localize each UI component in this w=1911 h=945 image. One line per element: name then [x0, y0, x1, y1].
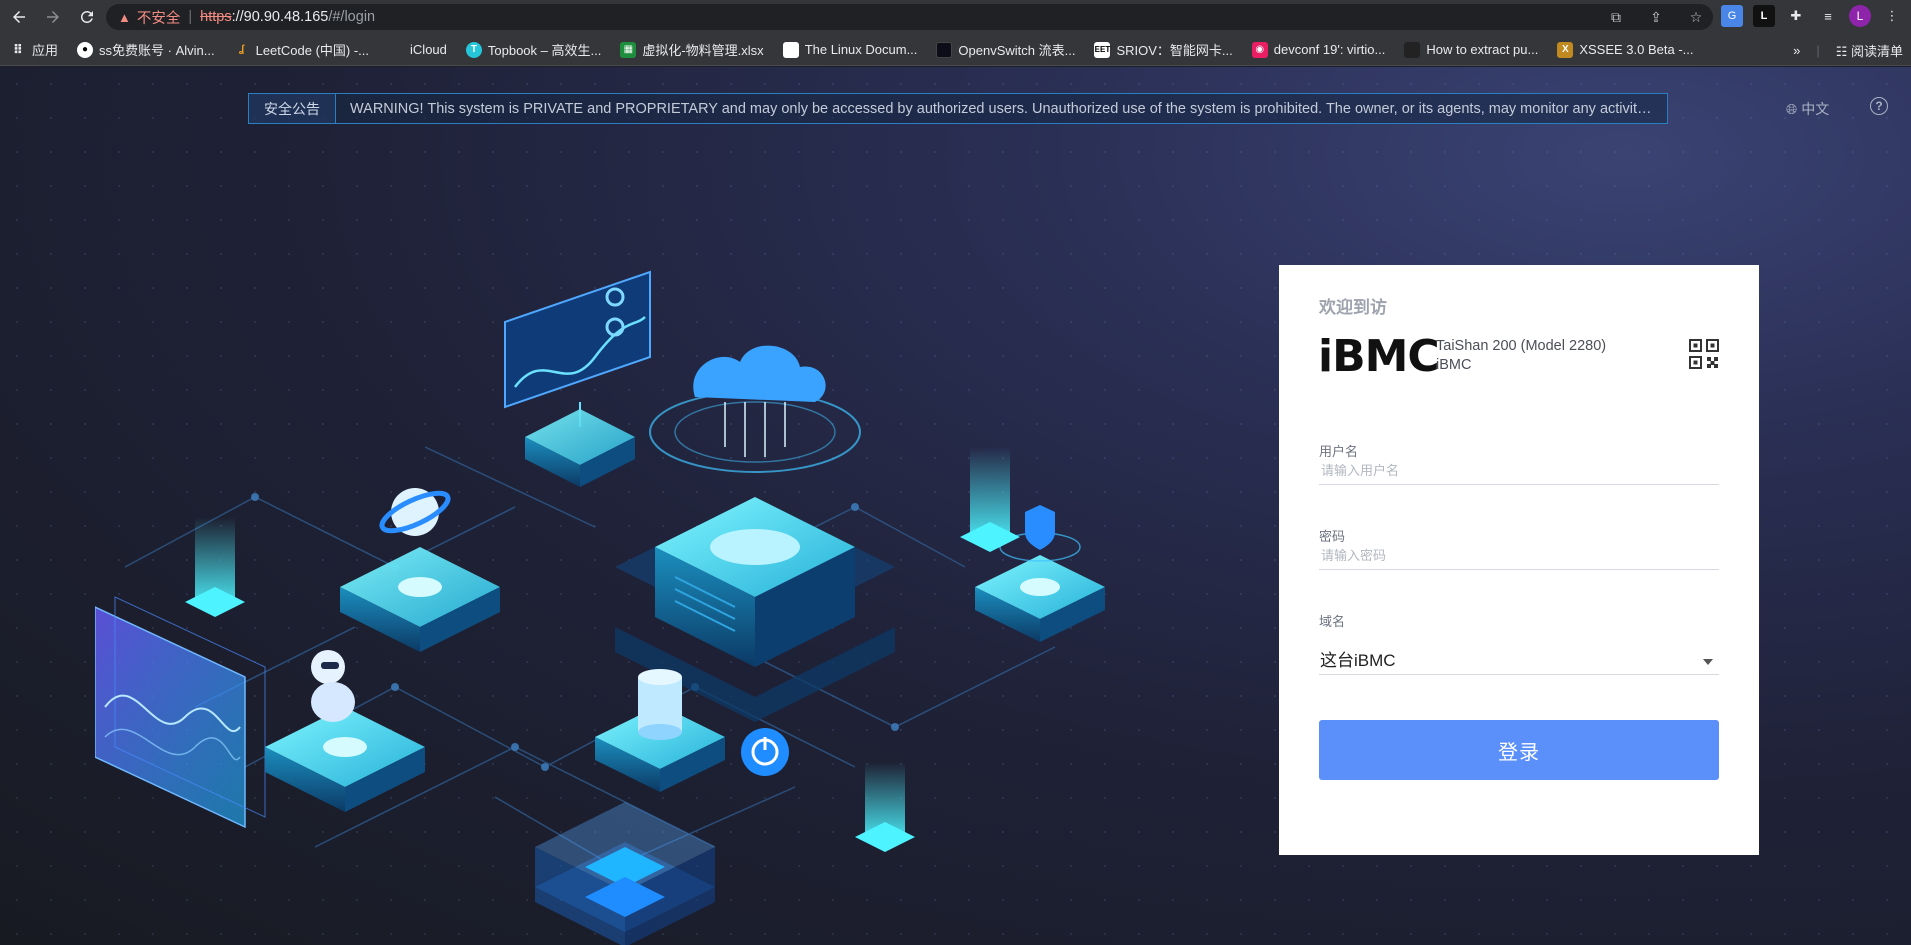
bookmark-label: ss免费账号 · Alvin...: [99, 43, 215, 58]
reload-button[interactable]: [72, 2, 102, 32]
reading-list-button[interactable]: ☷ 阅读清单: [1836, 41, 1903, 60]
github-icon: ●: [77, 41, 94, 58]
bookmark-label: XSSEE 3.0 Beta -...: [1579, 42, 1694, 57]
openvswitch-icon: [936, 41, 953, 58]
bookmark-label: 应用: [32, 43, 59, 58]
xssee-icon: X: [1557, 41, 1574, 58]
bookmark-label: LeetCode (中国) -...: [255, 43, 370, 58]
power-button-graphic: [741, 728, 789, 776]
password-input[interactable]: [1319, 542, 1719, 570]
more-bookmarks-icon[interactable]: »: [1793, 43, 1800, 58]
bookmark-label: SRIOV：智能网卡...: [1116, 43, 1233, 58]
help-icon[interactable]: ?: [1870, 97, 1888, 115]
extension-l-icon[interactable]: L: [1753, 5, 1775, 27]
eet-icon: EET: [1094, 41, 1111, 58]
domain-select[interactable]: 这台iBMC: [1319, 643, 1719, 675]
insecure-label[interactable]: 不安全: [137, 7, 181, 28]
bookmark-item[interactable]: How to extract pu...: [1404, 41, 1539, 58]
beam-pad-left: [185, 517, 245, 617]
bookmark-item[interactable]: X XSSEE 3.0 Beta -...: [1557, 41, 1694, 58]
isometric-server-illustration: [95, 270, 1105, 945]
language-switcher[interactable]: 🌐︎ 中文: [1786, 99, 1829, 119]
domain-value: 这台iBMC: [1320, 651, 1396, 670]
cloud-brain: [649, 345, 861, 473]
login-button[interactable]: 登录: [1319, 720, 1719, 780]
robot-pad: [265, 650, 425, 812]
star-icon[interactable]: ☆: [1685, 6, 1707, 28]
planet-pad: [340, 488, 500, 652]
notice-tag: 安全公告: [249, 94, 336, 123]
back-button[interactable]: [4, 2, 34, 32]
share-icon[interactable]: ⇪: [1645, 6, 1667, 28]
bookmark-label: OpenvSwitch 流表...: [958, 43, 1076, 58]
product-model: TaiShan 200 (Model 2280) iBMC: [1436, 337, 1606, 375]
monitor-chart: [504, 270, 651, 487]
url-host: ://90.90.48.165: [231, 9, 329, 25]
apple-icon: [388, 42, 404, 58]
bookmark-apps[interactable]: ⠿ 应用: [10, 40, 58, 59]
bookmark-item[interactable]: iCloud: [388, 42, 447, 58]
page-dark-icon: [1404, 41, 1421, 58]
bookmark-item[interactable]: OpenvSwitch 流表...: [936, 40, 1075, 59]
devconf-icon: ◉: [1251, 41, 1268, 58]
browser-toolbar: ▲ 不安全 | https ://90.90.48.165 /#/login ⧉…: [0, 0, 1911, 34]
bookmark-label: The Linux Docum...: [804, 42, 918, 57]
separator: |: [188, 9, 193, 25]
bookmark-item[interactable]: ʆ LeetCode (中国) -...: [234, 40, 369, 59]
divider: |: [1816, 42, 1820, 58]
warning-icon: ▲: [118, 9, 131, 25]
reading-list-label: 阅读清单: [1850, 43, 1903, 59]
language-label: 中文: [1801, 101, 1830, 117]
domain-label: 域名: [1319, 614, 1346, 629]
translate-extension-icon[interactable]: G: [1721, 5, 1743, 27]
address-bar[interactable]: ▲ 不安全 | https ://90.90.48.165 /#/login ⧉…: [106, 4, 1713, 30]
bookmark-label: How to extract pu...: [1426, 42, 1539, 57]
bookmark-label: Topbook – 高效生...: [487, 43, 602, 58]
apps-grid-icon: ⠿: [12, 41, 24, 57]
beam-pad-right: [960, 447, 1020, 552]
model-subtitle: iBMC: [1436, 357, 1472, 373]
bookmark-label: iCloud: [410, 42, 447, 57]
welcome-text: 欢迎到访: [1319, 298, 1387, 317]
username-input[interactable]: [1319, 457, 1719, 485]
arrow-left-icon: [13, 11, 25, 23]
login-card: 欢迎到访 iBMC TaiShan 200 (Model 2280) iBMC …: [1279, 265, 1759, 855]
reload-icon: [80, 10, 93, 23]
bookmark-item[interactable]: The Linux Docum...: [782, 41, 918, 58]
chip-cube: [535, 802, 715, 945]
notice-text: WARNING! This system is PRIVATE and PROP…: [350, 100, 1656, 117]
arrow-right-icon: [47, 11, 59, 23]
login-page: 安全公告 WARNING! This system is PRIVATE and…: [0, 67, 1911, 945]
url-scheme: https: [200, 9, 232, 25]
bookmarks-bar: ⠿ 应用 ● ss免费账号 · Alvin... ʆ LeetCode (中国)…: [0, 34, 1911, 66]
forward-button[interactable]: [38, 2, 68, 32]
translate-icon[interactable]: ⧉: [1605, 6, 1627, 28]
globe-icon: 🌐︎: [1786, 100, 1798, 117]
bookmark-item[interactable]: T Topbook – 高效生...: [465, 40, 602, 59]
leetcode-icon: ʆ: [238, 44, 245, 55]
security-notice: 安全公告 WARNING! This system is PRIVATE and…: [248, 93, 1668, 124]
caret-down-icon: [1703, 658, 1713, 665]
topbook-icon: T: [465, 41, 482, 58]
bookmark-item[interactable]: ◉ devconf 19': virtio...: [1251, 41, 1386, 58]
bookmark-item[interactable]: ▦ 虚拟化-物料管理.xlsx: [620, 40, 764, 59]
spreadsheet-icon: ▦: [620, 41, 637, 58]
puzzle-icon[interactable]: ✚: [1785, 5, 1807, 27]
page-icon: [782, 41, 799, 58]
qr-code-icon[interactable]: [1689, 339, 1719, 369]
bookmark-label: devconf 19': virtio...: [1273, 42, 1386, 57]
profile-avatar[interactable]: L: [1849, 5, 1871, 27]
bookmark-item[interactable]: ● ss免费账号 · Alvin...: [77, 40, 215, 59]
ibmc-logo: iBMC: [1318, 331, 1440, 382]
model-name: TaiShan 200 (Model 2280): [1436, 338, 1607, 354]
media-control-icon[interactable]: ≡: [1817, 5, 1839, 27]
bookmark-label: 虚拟化-物料管理.xlsx: [642, 43, 764, 58]
menu-icon[interactable]: ⋮: [1881, 5, 1903, 27]
reading-list-icon: ☷: [1835, 43, 1848, 59]
bookmark-item[interactable]: EET SRIOV：智能网卡...: [1094, 40, 1233, 59]
beam-pad-bottom: [855, 762, 915, 852]
url-path: /#/login: [328, 9, 376, 25]
wave-chart-screen: [95, 596, 266, 829]
